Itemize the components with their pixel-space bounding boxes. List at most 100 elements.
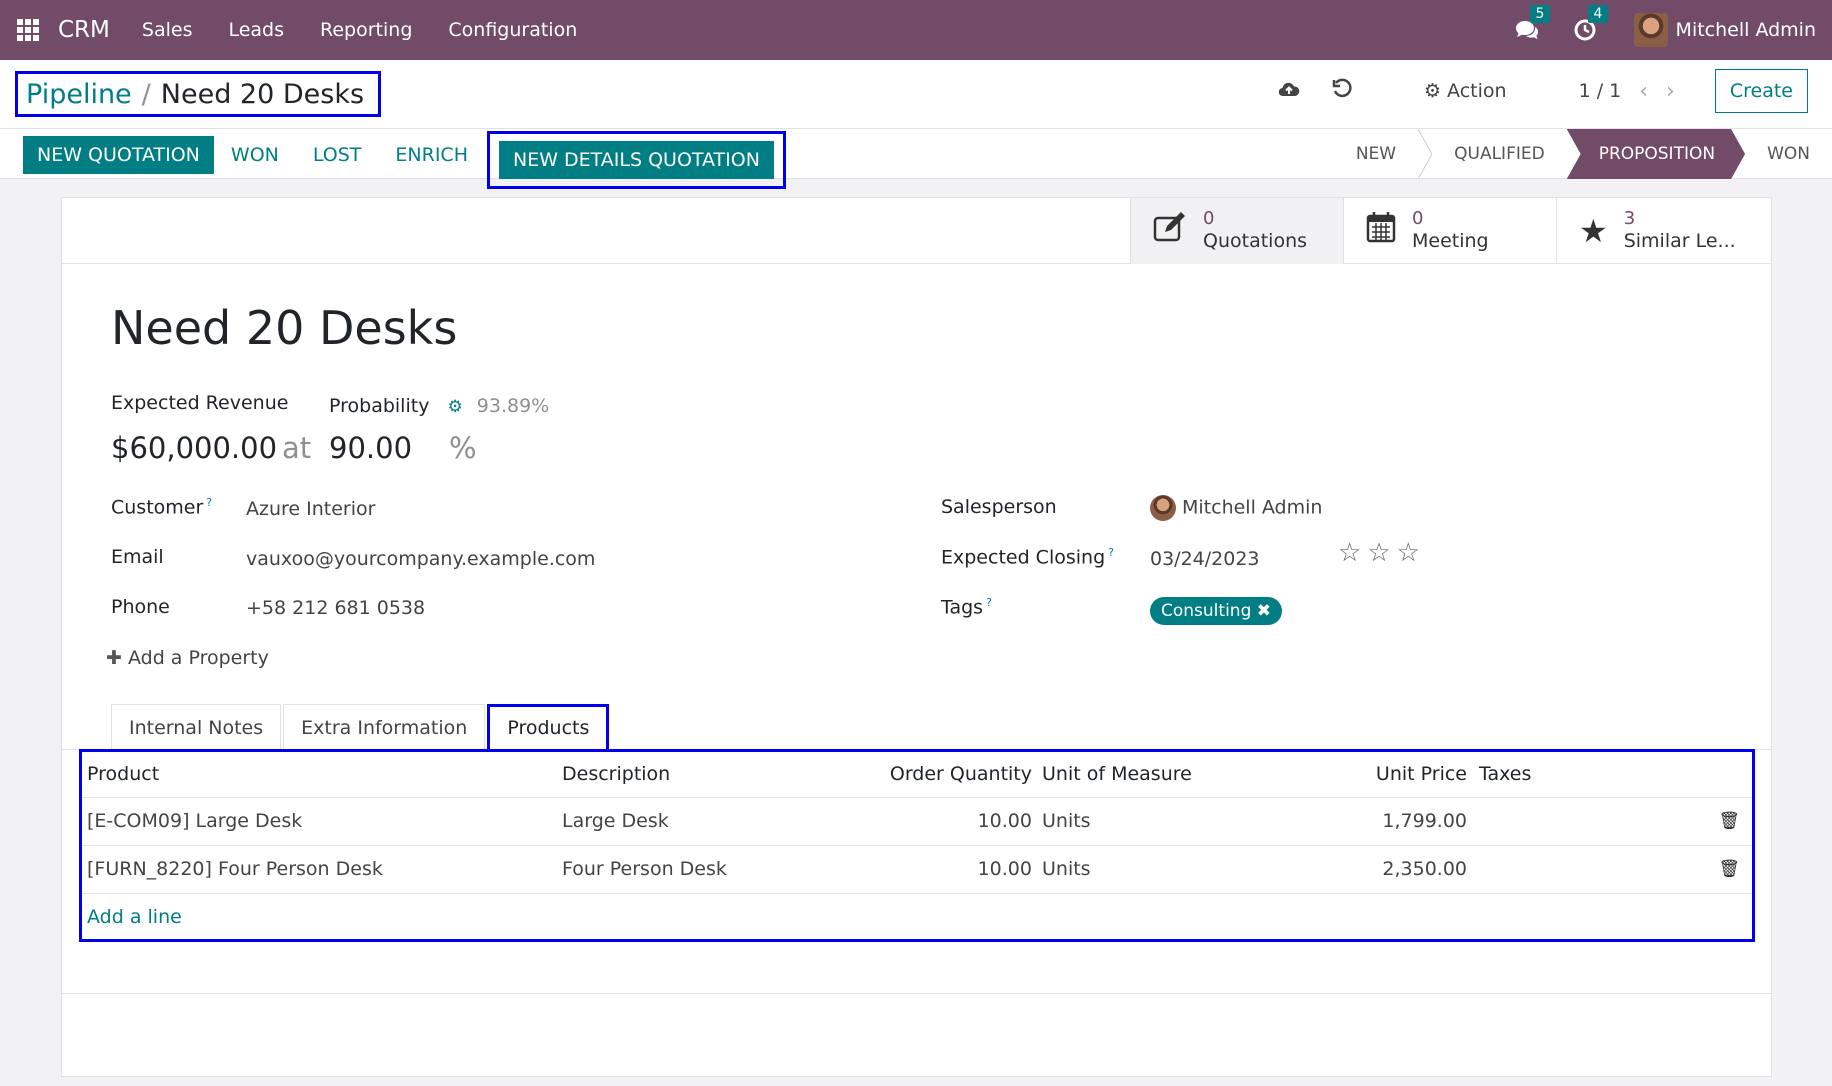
- customer-field[interactable]: Azure Interior: [246, 498, 375, 520]
- pager-value[interactable]: 1 / 1: [1579, 80, 1622, 102]
- cell-qty[interactable]: 10.00: [852, 845, 1032, 894]
- customer-help-icon[interactable]: ?: [206, 496, 212, 509]
- meeting-label: Meeting: [1412, 230, 1489, 252]
- notebook-tabs: Internal Notes Extra Information Product…: [111, 704, 611, 752]
- probability-input[interactable]: 90.00: [329, 431, 412, 465]
- delete-row-trash-icon[interactable]: 🗑: [1537, 845, 1752, 894]
- discard-undo-icon[interactable]: [1332, 78, 1352, 104]
- cell-product[interactable]: [E-COM09] Large Desk: [82, 797, 562, 846]
- new-details-quotation-button[interactable]: NEW DETAILS QUOTATION: [498, 141, 774, 179]
- app-menu-icon[interactable]: [17, 19, 39, 41]
- email-field[interactable]: vauxoo@yourcompany.example.com: [246, 548, 595, 570]
- star-outline-icon[interactable]: ☆: [1367, 538, 1396, 568]
- breadcrumb-separator: /: [141, 78, 151, 110]
- auto-probability-value: 93.89%: [476, 395, 550, 417]
- enrich-button[interactable]: ENRICH: [378, 136, 485, 174]
- col-description-header[interactable]: Description: [562, 752, 852, 798]
- col-price-header[interactable]: Unit Price: [1367, 752, 1467, 798]
- table-header-row: Product Description Order Quantity Unit …: [82, 752, 1752, 798]
- tags-label: Tags?: [941, 596, 992, 619]
- save-cloud-icon[interactable]: [1278, 79, 1300, 104]
- salesperson-field[interactable]: Mitchell Admin: [1150, 495, 1322, 521]
- expected-closing-field[interactable]: 03/24/2023: [1150, 548, 1260, 570]
- add-line-link[interactable]: Add a line: [87, 906, 182, 928]
- priority-stars[interactable]: ☆☆☆: [1338, 538, 1426, 568]
- stage-won[interactable]: WON: [1745, 129, 1832, 179]
- cell-qty[interactable]: 10.00: [852, 797, 1032, 846]
- col-taxes-header[interactable]: Taxes: [1467, 752, 1537, 798]
- tag-remove-icon[interactable]: ✖: [1257, 601, 1271, 621]
- new-details-quotation-highlight: NEW DETAILS QUOTATION: [486, 131, 786, 189]
- tags-help-icon[interactable]: ?: [986, 596, 992, 609]
- user-avatar[interactable]: [1633, 13, 1668, 47]
- at-label: at: [282, 431, 312, 465]
- delete-row-trash-icon[interactable]: 🗑: [1537, 797, 1752, 846]
- percent-sign: %: [449, 431, 477, 465]
- expected-revenue-label: Expected Revenue: [111, 392, 289, 414]
- cell-description[interactable]: Four Person Desk: [562, 845, 852, 894]
- pencil-square-icon: [1153, 212, 1187, 250]
- menu-sales[interactable]: Sales: [124, 19, 211, 41]
- breadcrumb-pipeline-link[interactable]: Pipeline: [26, 79, 132, 110]
- cell-price[interactable]: 1,799.00: [1367, 797, 1467, 846]
- meeting-smart-button[interactable]: 0 Meeting: [1343, 198, 1556, 264]
- col-uom-header[interactable]: Unit of Measure: [1032, 752, 1367, 798]
- email-label: Email: [111, 546, 164, 568]
- app-brand[interactable]: CRM: [58, 17, 110, 43]
- stage-proposition[interactable]: PROPOSITION: [1567, 129, 1745, 179]
- form-sheet: 0 Quotations 0 Meeting ★ 3 Similar Le...…: [61, 197, 1772, 1077]
- auto-probability-gear-icon[interactable]: ⚙: [447, 397, 462, 417]
- new-quotation-button[interactable]: NEW QUOTATION: [23, 136, 214, 174]
- create-button[interactable]: Create: [1714, 69, 1808, 113]
- lost-button[interactable]: LOST: [296, 136, 379, 174]
- messages-count-badge: 5: [1529, 5, 1551, 23]
- probability-label: Probability ⚙ 93.89%: [329, 395, 550, 417]
- won-button[interactable]: WON: [214, 136, 296, 174]
- add-property-button[interactable]: ✚ Add a Property: [106, 647, 269, 669]
- expected-closing-help-icon[interactable]: ?: [1108, 546, 1114, 559]
- salesperson-label: Salesperson: [941, 496, 1057, 518]
- lead-title[interactable]: Need 20 Desks: [111, 301, 457, 355]
- star-icon: ★: [1579, 212, 1608, 250]
- chatter-divider: [62, 993, 1771, 994]
- smart-button-bar: 0 Quotations 0 Meeting ★ 3 Similar Le...: [62, 198, 1771, 264]
- status-bar: NEW QUOTATION WON LOST ENRICH NEW DETAIL…: [0, 129, 1832, 189]
- pager-next-icon[interactable]: ›: [1666, 79, 1675, 104]
- top-navbar: CRM Sales Leads Reporting Configuration …: [0, 0, 1832, 60]
- quotations-label: Quotations: [1203, 230, 1308, 252]
- gear-icon: ⚙: [1423, 80, 1441, 102]
- activities-button[interactable]: 4: [1570, 5, 1609, 45]
- stage-qualified[interactable]: QUALIFIED: [1432, 129, 1567, 179]
- cell-description[interactable]: Large Desk: [562, 797, 852, 846]
- quotations-smart-button[interactable]: 0 Quotations: [1130, 198, 1343, 264]
- messaging-button[interactable]: 5: [1512, 5, 1551, 45]
- cell-price[interactable]: 2,350.00: [1367, 845, 1467, 894]
- cell-product[interactable]: [FURN_8220] Four Person Desk: [82, 845, 562, 894]
- menu-reporting[interactable]: Reporting: [302, 19, 430, 41]
- cell-uom[interactable]: Units: [1032, 845, 1367, 894]
- user-menu[interactable]: Mitchell Admin: [1676, 19, 1816, 41]
- tab-extra-information[interactable]: Extra Information: [283, 704, 486, 750]
- plus-icon: ✚: [106, 647, 122, 669]
- tab-products[interactable]: Products: [487, 704, 610, 752]
- quotations-count: 0: [1203, 208, 1215, 229]
- action-menu[interactable]: ⚙ Action: [1424, 80, 1507, 102]
- expected-revenue-value[interactable]: $60,000.00: [111, 431, 277, 465]
- col-product-header[interactable]: Product: [82, 752, 562, 798]
- table-row[interactable]: [E-COM09] Large Desk Large Desk 10.00 Un…: [82, 797, 1752, 846]
- menu-leads[interactable]: Leads: [210, 19, 302, 41]
- tag-consulting: Consulting ✖: [1150, 597, 1283, 625]
- menu-configuration[interactable]: Configuration: [430, 19, 595, 41]
- col-qty-header[interactable]: Order Quantity: [852, 752, 1032, 798]
- stage-new[interactable]: NEW: [1334, 129, 1418, 179]
- cell-uom[interactable]: Units: [1032, 797, 1367, 846]
- table-row[interactable]: [FURN_8220] Four Person Desk Four Person…: [82, 845, 1752, 894]
- star-outline-icon[interactable]: ☆: [1338, 538, 1367, 568]
- phone-field[interactable]: +58 212 681 0538: [246, 597, 425, 619]
- star-outline-icon[interactable]: ☆: [1397, 538, 1426, 568]
- control-panel: Pipeline / Need 20 Desks ⚙ Action 1 / 1 …: [0, 60, 1832, 129]
- tab-internal-notes[interactable]: Internal Notes: [111, 704, 282, 750]
- pager-previous-icon[interactable]: ‹: [1639, 79, 1648, 104]
- similar-leads-smart-button[interactable]: ★ 3 Similar Le...: [1556, 198, 1772, 264]
- similar-leads-label: Similar Le...: [1623, 230, 1736, 252]
